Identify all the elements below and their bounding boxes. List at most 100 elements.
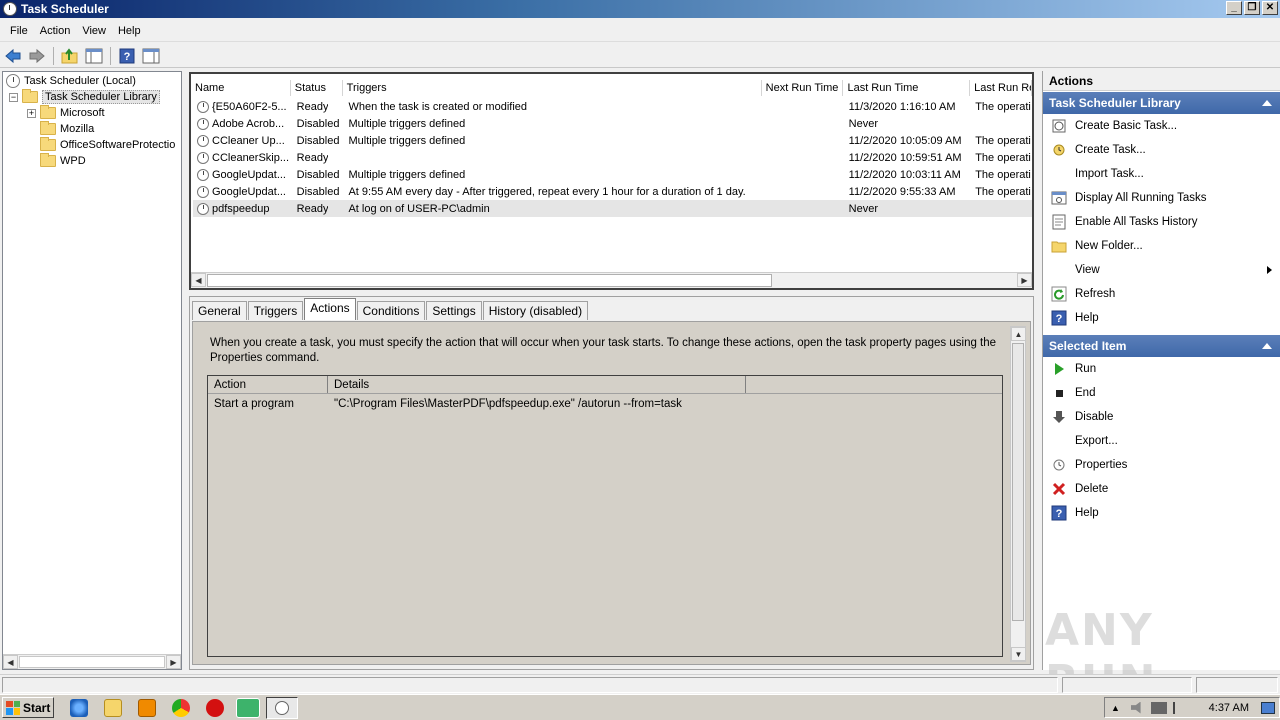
tree-horizontal-scrollbar[interactable]: ◀ ▶ (3, 654, 181, 669)
show-hide-console-tree-button[interactable] (83, 46, 105, 66)
menu-file[interactable]: File (4, 23, 34, 39)
opera-icon[interactable] (206, 699, 224, 717)
scroll-right-icon[interactable]: ▶ (166, 655, 181, 669)
tree-item-mozilla[interactable]: Mozilla (40, 121, 94, 137)
table-row[interactable]: {E50A60F2-5... Ready When the task is crea… (193, 98, 1032, 115)
menu-help[interactable]: Help (112, 23, 147, 39)
task-cell-text: GoogleUpdat... (212, 185, 286, 198)
action-end[interactable]: End (1043, 381, 1280, 405)
file-explorer-icon[interactable] (104, 699, 122, 717)
column-header-status[interactable]: Status (290, 80, 343, 96)
start-button[interactable]: Start (2, 697, 54, 718)
flag-icon[interactable] (1173, 701, 1183, 714)
create-task-icon (1051, 142, 1067, 158)
action-create-basic-task[interactable]: Create Basic Task... (1043, 114, 1280, 138)
back-button[interactable] (2, 46, 24, 66)
section-header-selected-item[interactable]: Selected Item (1043, 335, 1280, 357)
column-header-details[interactable]: Details (328, 376, 746, 393)
table-row[interactable]: Adobe Acrob... Disabled Multiple triggers … (193, 115, 1032, 132)
action-properties[interactable]: Properties (1043, 453, 1280, 477)
scroll-right-icon[interactable]: ▶ (1017, 273, 1032, 287)
action-delete[interactable]: Delete (1043, 477, 1280, 501)
action-enable-tasks-history[interactable]: Enable All Tasks History (1043, 210, 1280, 234)
action-export[interactable]: Export... (1043, 429, 1280, 453)
column-header-triggers[interactable]: Triggers (342, 80, 762, 96)
task-cell-text: Ready (296, 100, 329, 113)
show-desktop-icon[interactable] (1261, 701, 1275, 714)
action-new-folder[interactable]: New Folder... (1043, 234, 1280, 258)
action-create-task[interactable]: Create Task... (1043, 138, 1280, 162)
tab-general[interactable]: General (192, 301, 247, 320)
volume-icon[interactable] (1131, 701, 1141, 714)
tree-item-wpd[interactable]: WPD (40, 153, 86, 169)
show-hidden-icons-icon[interactable]: ▲ (1111, 703, 1120, 713)
help-icon: ? (119, 48, 135, 63)
tree-item-library[interactable]: − Task Scheduler Library (9, 89, 160, 105)
up-folder-button[interactable] (59, 46, 81, 66)
task-cell-text: Disabled (296, 117, 340, 130)
column-header-last-run-result[interactable]: Last Run Re (970, 80, 1032, 96)
column-header-name[interactable]: Name (191, 80, 291, 96)
action-display-running-tasks[interactable]: Display All Running Tasks (1043, 186, 1280, 210)
action-refresh[interactable]: Refresh (1043, 282, 1280, 306)
tab-history[interactable]: History (disabled) (482, 301, 589, 320)
table-row[interactable]: CCleanerSkip... Ready 11/2/2020 10:59:51 A… (193, 149, 1032, 166)
scroll-left-icon[interactable]: ◀ (191, 273, 206, 287)
internet-explorer-icon[interactable] (70, 699, 88, 717)
action-view[interactable]: View (1043, 258, 1280, 282)
maximize-button[interactable]: ❐ (1244, 1, 1260, 15)
menu-view[interactable]: View (76, 23, 112, 39)
tree-item-officesoftwareprotection[interactable]: OfficeSoftwareProtectio (40, 137, 180, 153)
table-row[interactable]: Start a program "C:\Program Files\Master… (208, 394, 1002, 414)
section-header-library[interactable]: Task Scheduler Library (1043, 92, 1280, 114)
tab-actions[interactable]: Actions (304, 298, 356, 320)
action-disable[interactable]: Disable (1043, 405, 1280, 429)
scroll-left-icon[interactable]: ◀ (3, 655, 18, 669)
collapse-caret-icon[interactable] (1262, 100, 1272, 106)
close-button[interactable]: ✕ (1262, 1, 1278, 15)
show-hide-action-pane-button[interactable] (140, 46, 162, 66)
scrollbar-thumb[interactable] (1012, 343, 1024, 621)
action-help-library[interactable]: ? Help (1043, 306, 1280, 330)
tree-item-root[interactable]: Task Scheduler (Local) (6, 73, 136, 89)
task-list: Name Status Triggers Next Run Time Last … (189, 72, 1034, 290)
tab-conditions[interactable]: Conditions (356, 301, 426, 320)
tab-triggers[interactable]: Triggers (247, 301, 304, 320)
tab-settings[interactable]: Settings (426, 301, 482, 320)
table-row[interactable]: pdfspeedup Ready At log on of USER-PC\admi… (193, 200, 1032, 217)
action-run[interactable]: Run (1043, 357, 1280, 381)
scroll-up-icon[interactable]: ▲ (1011, 327, 1026, 341)
column-header-last-run-time[interactable]: Last Run Time (843, 80, 971, 96)
task-cell-status: Disabled (293, 118, 345, 130)
task-scheduler-taskbar-button[interactable] (266, 697, 298, 719)
media-player-icon[interactable] (138, 699, 156, 717)
detail-vertical-scrollbar[interactable]: ▲ ▼ (1010, 326, 1026, 662)
minimize-button[interactable]: _ (1226, 1, 1242, 15)
scroll-down-icon[interactable]: ▼ (1011, 647, 1026, 661)
clock-icon (6, 74, 20, 88)
status-panel-main (2, 677, 1058, 693)
table-row[interactable]: GoogleUpdat... Disabled Multiple triggers … (193, 166, 1032, 183)
forward-button[interactable] (26, 46, 48, 66)
action-import-task[interactable]: Import Task... (1043, 162, 1280, 186)
clock-time[interactable]: 4:37 AM (1209, 702, 1249, 714)
column-header-next-run-time[interactable]: Next Run Time (761, 80, 844, 96)
collapse-caret-icon[interactable] (1262, 343, 1272, 349)
collapse-icon[interactable]: − (9, 92, 18, 102)
help-toolbar-button[interactable]: ? (116, 46, 138, 66)
masterpdf-icon[interactable] (236, 698, 260, 718)
menu-action[interactable]: Action (34, 23, 77, 39)
scrollbar-thumb[interactable] (207, 274, 772, 287)
task-list-horizontal-scrollbar[interactable]: ◀ ▶ (191, 272, 1032, 288)
action-label: Create Basic Task... (1075, 120, 1178, 132)
table-row[interactable]: CCleaner Up... Disabled Multiple triggers … (193, 132, 1032, 149)
tree-item-microsoft[interactable]: + Microsoft (27, 105, 105, 121)
svg-text:?: ? (124, 51, 131, 63)
scrollbar-thumb[interactable] (19, 656, 165, 668)
network-icon[interactable] (1151, 701, 1167, 714)
column-header-action[interactable]: Action (208, 376, 328, 393)
chrome-icon[interactable] (172, 699, 190, 717)
expand-icon[interactable]: + (27, 108, 36, 118)
action-help-selected[interactable]: ? Help (1043, 501, 1280, 525)
table-row[interactable]: GoogleUpdat... Disabled At 9:55 AM every d… (193, 183, 1032, 200)
